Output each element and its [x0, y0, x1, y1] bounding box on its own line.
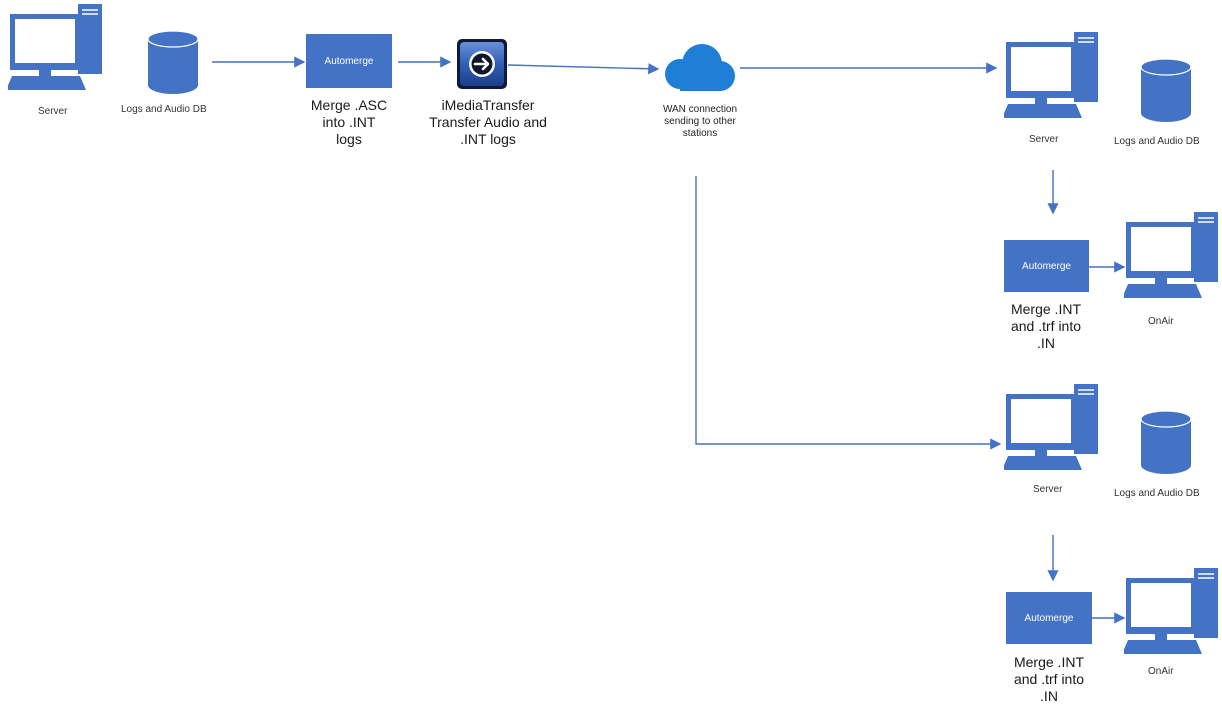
database-label: Logs and Audio DB [121, 104, 207, 115]
station1-onair-label: OnAir [1148, 316, 1174, 327]
automerge-caption: Merge .ASC into .INT logs [310, 97, 388, 147]
server-computer-icon [8, 4, 102, 90]
database-icon [1140, 410, 1192, 474]
onair-computer-icon [1124, 212, 1218, 298]
server-label: Server [38, 106, 68, 117]
station2-automerge-caption: Merge .INT and .trf into .IN [1013, 654, 1085, 704]
wan-caption: WAN connection sending to other stations [662, 104, 738, 139]
edge-imedia-to-cloud [507, 63, 660, 75]
automerge-label: Automerge [1024, 612, 1074, 624]
station1-server-label: Server [1029, 134, 1059, 145]
automerge-node: Automerge [306, 34, 392, 88]
database-icon [147, 30, 199, 94]
automerge-label: Automerge [1022, 260, 1071, 272]
server-computer-icon [1004, 32, 1098, 118]
automerge-label: Automerge [324, 55, 374, 67]
cloud-icon [665, 44, 735, 91]
imedia-caption: iMediaTransfer Transfer Audio and .INT l… [429, 97, 547, 147]
arrow-right-circle-icon [457, 39, 507, 89]
station1-automerge-caption: Merge .INT and .trf into .IN [1010, 301, 1082, 351]
database-icon [1140, 58, 1192, 122]
station2-database-label: Logs and Audio DB [1114, 488, 1200, 499]
station2-onair-label: OnAir [1148, 666, 1174, 677]
onair-computer-icon [1124, 568, 1218, 654]
station2-automerge-node: Automerge [1006, 592, 1092, 644]
station1-automerge-node: Automerge [1004, 240, 1089, 292]
edge-cloud-to-server2 [695, 176, 1002, 450]
server-computer-icon [1004, 384, 1098, 470]
station2-server-label: Server [1033, 484, 1063, 495]
station1-database-label: Logs and Audio DB [1114, 136, 1200, 147]
